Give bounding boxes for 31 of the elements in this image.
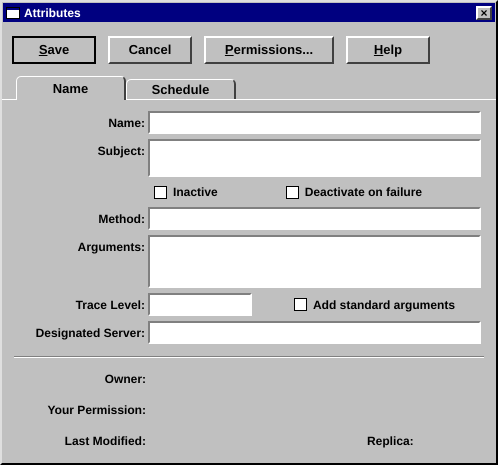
text-field[interactable] [148,207,481,230]
tab[interactable]: Name [16,76,126,100]
info-label: Owner: [104,371,147,388]
checkbox[interactable] [286,186,299,198]
checkbox-label: Inactive [173,184,218,201]
tab[interactable]: Schedule [126,79,236,99]
checkbox-label: Deactivate on failure [304,184,422,201]
checkbox-label: Add standard arguments [313,296,456,314]
checkbox[interactable] [294,298,307,311]
text-field[interactable] [148,111,481,134]
window-title: Attributes [24,4,82,22]
dialog-button[interactable]: Save [12,36,96,64]
text-field[interactable] [148,321,481,344]
info-label: Replica: [367,433,414,450]
field-label: Trace Level: [74,296,146,314]
field-label: Designated Server: [34,325,146,342]
text-field[interactable] [148,139,481,177]
checkbox[interactable] [154,186,167,198]
field-label: Name: [107,115,146,132]
dialog-button[interactable]: Permissions... [204,36,334,64]
info-label: Last Modified: [64,433,147,450]
dialog-button[interactable]: Help [346,36,430,64]
close-button[interactable]: × [476,6,492,20]
field-label: Arguments: [76,239,146,256]
dialog-button[interactable]: Cancel [108,36,192,64]
info-label: Your Permission: [46,402,147,419]
text-field[interactable] [148,293,252,316]
field-label: Subject: [96,143,146,160]
text-field[interactable] [148,235,481,288]
window-icon [6,6,20,18]
field-label: Method: [97,211,146,228]
